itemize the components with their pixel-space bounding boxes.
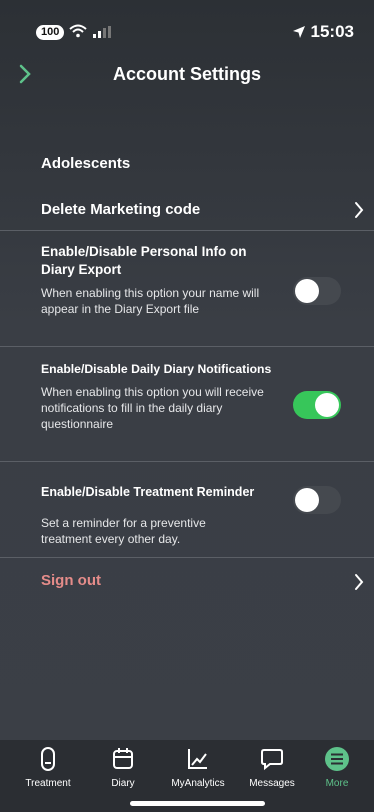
setting-title: Enable/Disable Daily Diary Notifications: [41, 362, 272, 376]
status-time: 15:03: [292, 22, 354, 42]
header: Account Settings: [0, 62, 374, 92]
tab-label: MyAnalytics: [171, 778, 225, 789]
time-text: 15:03: [310, 22, 354, 41]
tab-myanalytics[interactable]: MyAnalytics: [162, 746, 234, 789]
divider: [0, 230, 374, 231]
wifi-icon: [69, 24, 87, 43]
location-arrow-icon: [292, 26, 305, 38]
divider: [0, 346, 374, 347]
setting-treatment-reminder: Enable/Disable Treatment Reminder Set a …: [41, 483, 271, 547]
chevron-right-icon[interactable]: [354, 573, 364, 596]
personal-info-toggle[interactable]: [293, 277, 341, 305]
setting-description: Set a reminder for a preventive treatmen…: [41, 516, 206, 546]
battery-indicator: 100: [36, 25, 65, 40]
chart-icon: [162, 746, 234, 772]
message-icon: [236, 746, 308, 772]
delete-marketing-code-row[interactable]: Delete Marketing code: [0, 195, 374, 229]
menu-icon: [311, 746, 363, 772]
home-indicator: [130, 801, 265, 806]
toggle-knob: [295, 488, 319, 512]
setting-daily-notifications: Enable/Disable Daily Diary Notifications…: [41, 360, 281, 432]
tab-messages[interactable]: Messages: [236, 746, 308, 789]
calendar-icon: [87, 746, 159, 772]
tab-bar: Treatment Diary MyAnalytics Messages Mor…: [0, 740, 374, 812]
toggle-knob: [295, 279, 319, 303]
status-bar: 100 15:03: [0, 0, 374, 62]
sign-out-button[interactable]: Sign out: [41, 572, 101, 589]
delete-marketing-code-label: Delete Marketing code: [41, 201, 201, 218]
signal-icon: [93, 25, 111, 43]
treatment-reminder-toggle[interactable]: [293, 486, 341, 514]
tab-label: Messages: [249, 778, 295, 789]
setting-description: When enabling this option you will recei…: [41, 385, 264, 431]
toggle-knob: [315, 393, 339, 417]
section-label: Adolescents: [41, 155, 131, 172]
tab-label: Diary: [111, 778, 135, 789]
divider: [0, 557, 374, 558]
divider: [0, 461, 374, 462]
chevron-right-icon: [354, 201, 364, 224]
setting-description: When enabling this option your name will…: [41, 286, 260, 316]
page-title: Account Settings: [112, 64, 261, 84]
setting-title: Enable/Disable Personal Info on Diary Ex…: [41, 244, 247, 277]
tab-more[interactable]: More: [311, 746, 363, 789]
setting-title: Enable/Disable Treatment Reminder: [41, 485, 255, 499]
daily-notifications-toggle[interactable]: [293, 391, 341, 419]
tab-label: Treatment: [25, 778, 71, 789]
pill-icon: [12, 746, 84, 772]
tab-diary[interactable]: Diary: [87, 746, 159, 789]
setting-personal-info: Enable/Disable Personal Info on Diary Ex…: [41, 243, 261, 317]
tab-label: More: [325, 778, 349, 789]
tab-treatment[interactable]: Treatment: [12, 746, 84, 789]
